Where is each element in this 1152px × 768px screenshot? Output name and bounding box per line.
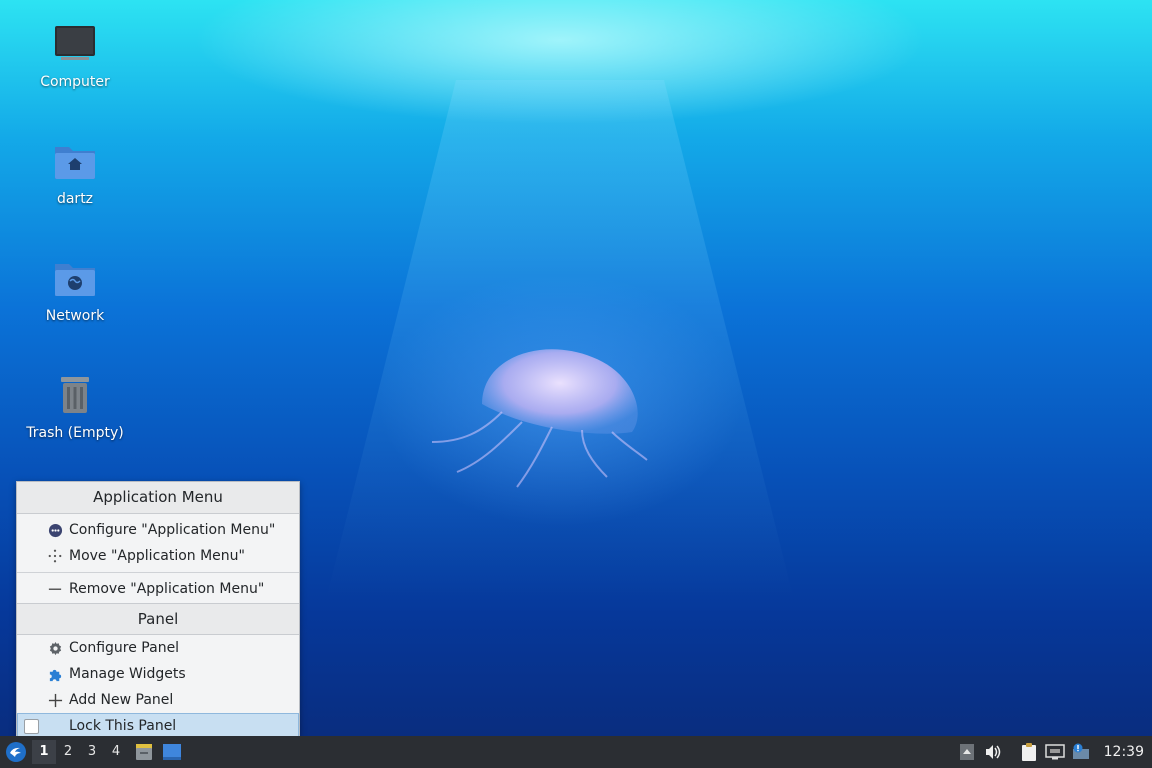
menu-item-label: Remove "Application Menu" bbox=[69, 581, 265, 597]
lock-panel-checkbox[interactable] bbox=[24, 718, 39, 734]
gear-icon bbox=[47, 640, 63, 656]
quicklaunch-file-manager[interactable] bbox=[130, 736, 158, 768]
menu-section-application-menu: Application Menu bbox=[17, 482, 299, 514]
menu-item-label: Add New Panel bbox=[69, 692, 174, 708]
tray-expand-button[interactable] bbox=[954, 736, 980, 768]
menu-item-remove-application-menu[interactable]: Remove "Application Menu" bbox=[17, 576, 299, 602]
tray-clipboard[interactable] bbox=[1016, 736, 1042, 768]
clipboard-icon bbox=[1021, 743, 1036, 761]
lubuntu-logo-icon bbox=[6, 742, 26, 762]
taskbar-panel: 1 2 3 4 12:39 bbox=[0, 736, 1152, 768]
workspace-2[interactable]: 2 bbox=[56, 740, 80, 764]
monitor-icon bbox=[55, 26, 95, 60]
menu-item-label: Configure "Application Menu" bbox=[69, 522, 276, 538]
menu-separator bbox=[17, 572, 299, 573]
desktop-icon-label: Network bbox=[45, 308, 105, 324]
desktop-icon-trash[interactable]: Trash (Empty) bbox=[20, 373, 130, 441]
chevron-up-icon bbox=[959, 744, 974, 760]
menu-item-label: Lock This Panel bbox=[69, 718, 177, 734]
puzzle-icon bbox=[47, 666, 63, 682]
desktop-icon-home[interactable]: dartz bbox=[20, 139, 130, 207]
settings-round-icon bbox=[47, 522, 63, 538]
desktop-window-icon bbox=[163, 744, 181, 760]
plus-icon bbox=[47, 692, 63, 708]
file-manager-icon bbox=[136, 744, 152, 760]
workspace-3[interactable]: 3 bbox=[80, 740, 104, 764]
desktop-icon-network[interactable]: Network bbox=[20, 256, 130, 324]
panel-context-menu: Application Menu Configure "Application … bbox=[16, 481, 300, 739]
menu-item-move-application-menu[interactable]: Move "Application Menu" bbox=[17, 543, 299, 569]
network-folder-icon bbox=[55, 264, 95, 296]
desktop-icon-computer[interactable]: Computer bbox=[20, 22, 130, 90]
tray-updates[interactable] bbox=[1068, 736, 1094, 768]
menu-item-label: Manage Widgets bbox=[69, 666, 186, 682]
application-menu-button[interactable] bbox=[0, 736, 32, 768]
menu-item-configure-application-menu[interactable]: Configure "Application Menu" bbox=[17, 517, 299, 543]
quicklaunch-show-desktop[interactable] bbox=[158, 736, 186, 768]
jellyfish-wallpaper bbox=[432, 349, 648, 488]
desktop-icon-label: Trash (Empty) bbox=[26, 425, 124, 441]
volume-icon bbox=[985, 745, 1000, 759]
tray-volume[interactable] bbox=[980, 736, 1006, 768]
clock[interactable]: 12:39 bbox=[1094, 744, 1152, 760]
tray-network[interactable] bbox=[1042, 736, 1068, 768]
menu-section-panel: Panel bbox=[17, 603, 299, 635]
update-notifier-icon bbox=[1072, 743, 1089, 759]
menu-item-label: Configure Panel bbox=[69, 640, 180, 656]
desktop-icon-label: Computer bbox=[40, 74, 110, 90]
system-tray: 12:39 bbox=[954, 736, 1152, 768]
home-folder-icon bbox=[55, 147, 95, 179]
menu-item-configure-panel[interactable]: Configure Panel bbox=[17, 635, 299, 661]
wallpaper-light-rays bbox=[326, 80, 794, 600]
menu-item-add-new-panel[interactable]: Add New Panel bbox=[17, 687, 299, 713]
move-icon bbox=[47, 548, 63, 564]
workspace-4[interactable]: 4 bbox=[104, 740, 128, 764]
menu-item-label: Move "Application Menu" bbox=[69, 548, 245, 564]
trash-icon bbox=[61, 377, 89, 413]
menu-item-manage-widgets[interactable]: Manage Widgets bbox=[17, 661, 299, 687]
workspace-1[interactable]: 1 bbox=[32, 740, 56, 764]
remove-icon bbox=[47, 581, 63, 597]
network-wired-icon bbox=[1044, 744, 1065, 760]
desktop-icon-label: dartz bbox=[56, 191, 94, 207]
